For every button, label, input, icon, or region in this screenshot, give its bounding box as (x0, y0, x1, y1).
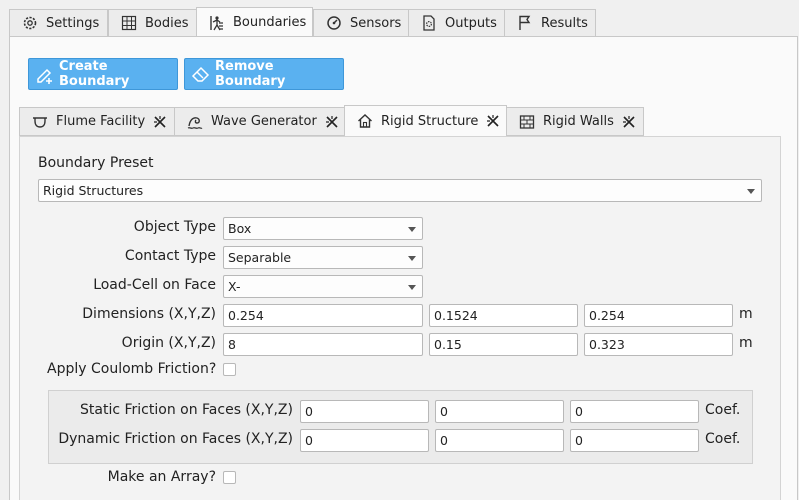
load-cell-value: X- (228, 279, 241, 294)
chevron-down-icon (408, 227, 416, 232)
dynamic-friction-y-input[interactable]: 0 (435, 429, 564, 452)
tab-label: Results (541, 15, 588, 31)
chevron-down-icon (747, 189, 755, 194)
coulomb-friction-checkbox[interactable] (223, 363, 236, 376)
origin-x-input[interactable]: 8 (223, 333, 423, 356)
close-icon[interactable] (153, 115, 167, 129)
coulomb-friction-label: Apply Coulomb Friction? (47, 361, 217, 377)
object-type-label: Object Type (133, 219, 216, 235)
chevron-down-icon (408, 256, 416, 261)
gear-icon (22, 15, 38, 31)
contact-type-select[interactable]: Separable (223, 246, 423, 269)
pencil-plus-icon (35, 64, 55, 84)
load-cell-select[interactable]: X- (223, 275, 423, 298)
origin-y-input[interactable]: 0.15 (429, 333, 578, 356)
subtab-flume-facility[interactable]: Flume Facility (19, 107, 175, 136)
subtab-rigid-structure[interactable]: Rigid Structure (344, 105, 507, 137)
dynamic-friction-label: Dynamic Friction on Faces (X,Y,Z) (58, 431, 293, 447)
remove-boundary-button[interactable]: Remove Boundary (184, 58, 344, 90)
static-friction-unit: Coef. (705, 402, 741, 418)
house-icon (357, 113, 373, 129)
close-icon[interactable] (325, 115, 339, 129)
object-type-value: Box (228, 221, 252, 236)
chevron-down-icon (408, 285, 416, 290)
object-type-select[interactable]: Box (223, 217, 423, 240)
make-array-checkbox[interactable] (223, 471, 236, 484)
tab-label: Settings (46, 15, 100, 31)
close-icon[interactable] (486, 114, 500, 128)
wall-icon (519, 114, 535, 130)
boundary-preset-value: Rigid Structures (43, 183, 144, 198)
origin-unit: m (739, 335, 753, 351)
tab-label: Bodies (145, 15, 189, 31)
tab-label: Outputs (445, 15, 497, 31)
gauge-icon (326, 15, 342, 31)
subtab-rigid-walls[interactable]: Rigid Walls (506, 107, 644, 136)
remove-boundary-label: Remove Boundary (215, 59, 286, 89)
subtab-label: Rigid Structure (381, 113, 479, 129)
make-array-label: Make an Array? (107, 469, 216, 485)
dimensions-unit: m (739, 306, 753, 322)
wave-generator-icon (187, 114, 203, 130)
file-gear-icon (421, 15, 437, 31)
boundary-preset-label: Boundary Preset (38, 155, 154, 171)
dynamic-friction-x-input[interactable]: 0 (300, 429, 429, 452)
dimensions-label: Dimensions (X,Y,Z) (82, 306, 216, 322)
subtab-label: Rigid Walls (543, 114, 614, 129)
origin-z-input[interactable]: 0.323 (584, 333, 733, 356)
tab-boundaries[interactable]: Boundaries (196, 7, 313, 38)
tab-results[interactable]: Results (504, 9, 596, 37)
tab-sensors[interactable]: Sensors (313, 9, 409, 37)
tab-outputs[interactable]: Outputs (408, 9, 505, 37)
boundary-preset-select[interactable]: Rigid Structures (38, 179, 762, 202)
flag-icon (517, 15, 533, 31)
dimension-y-input[interactable]: 0.1524 (429, 304, 578, 327)
subtab-label: Wave Generator (211, 114, 317, 129)
origin-label: Origin (X,Y,Z) (121, 335, 216, 351)
dimension-x-input[interactable]: 0.254 (223, 304, 423, 327)
grid-icon (121, 15, 137, 31)
static-friction-z-input[interactable]: 0 (570, 400, 699, 423)
static-friction-x-input[interactable]: 0 (300, 400, 429, 423)
eraser-icon (191, 64, 211, 84)
contact-type-value: Separable (228, 250, 292, 265)
tab-label: Boundaries (233, 15, 307, 30)
create-boundary-button[interactable]: Create Boundary (28, 58, 178, 90)
boundary-figure-icon (209, 15, 225, 31)
static-friction-y-input[interactable]: 0 (435, 400, 564, 423)
flume-icon (32, 114, 48, 130)
dynamic-friction-z-input[interactable]: 0 (570, 429, 699, 452)
subtab-wave-generator[interactable]: Wave Generator (174, 107, 345, 136)
load-cell-label: Load-Cell on Face (93, 277, 216, 293)
dynamic-friction-unit: Coef. (705, 431, 741, 447)
tab-bodies[interactable]: Bodies (108, 9, 197, 37)
create-boundary-label: Create Boundary (59, 59, 130, 89)
tab-settings[interactable]: Settings (9, 9, 108, 37)
contact-type-label: Contact Type (124, 248, 216, 264)
subtab-label: Flume Facility (56, 114, 146, 129)
static-friction-label: Static Friction on Faces (X,Y,Z) (80, 402, 293, 418)
tab-label: Sensors (350, 15, 402, 31)
close-icon[interactable] (622, 115, 636, 129)
dimension-z-input[interactable]: 0.254 (584, 304, 733, 327)
